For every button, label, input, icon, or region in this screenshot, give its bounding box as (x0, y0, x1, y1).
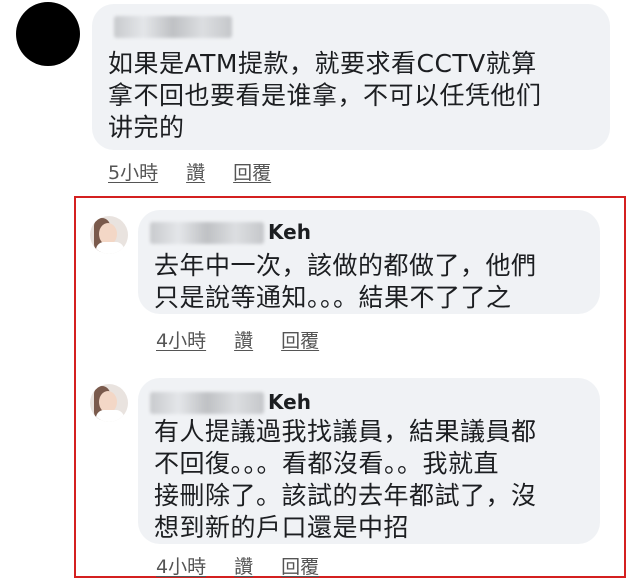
comment-actions: 5小時 讚 回覆 (108, 158, 271, 185)
reply-actions: 4小時 讚 回覆 (156, 326, 319, 353)
like-button[interactable]: 讚 (234, 326, 253, 353)
like-button[interactable]: 讚 (186, 158, 205, 185)
reply-text: 去年中一次，該做的都做了，他們 只是說等通知。。。結果不了了之 (154, 251, 537, 312)
reply-time-link[interactable]: 4小時 (156, 552, 206, 579)
reply-author-suffix[interactable]: Keh (268, 220, 311, 244)
comment-bubble: 如果是ATM提款，就要求看CCTV就算 拿不回也要看是谁拿，不可以任凭他们 讲完… (92, 4, 610, 150)
blurred-author-name[interactable] (150, 392, 264, 414)
reply-button[interactable]: 回覆 (281, 326, 319, 353)
reply-text: 有人提議過我找議員，結果議員都 不回復。。。看都沒看。。我就直 接刪除了。該試的… (154, 417, 537, 542)
reply-actions: 4小時 讚 回覆 (156, 552, 319, 579)
reply-avatar-icon[interactable] (90, 384, 128, 422)
reply-button[interactable]: 回覆 (281, 552, 319, 579)
reply-time-link[interactable]: 4小時 (156, 326, 206, 353)
blurred-author-name[interactable] (114, 16, 232, 38)
comment-time-link[interactable]: 5小時 (108, 158, 158, 185)
reply-button[interactable]: 回覆 (233, 158, 271, 185)
comment-text: 如果是ATM提款，就要求看CCTV就算 拿不回也要看是谁拿，不可以任凭他们 讲完… (108, 49, 542, 142)
like-button[interactable]: 讚 (234, 552, 253, 579)
blurred-author-name[interactable] (150, 222, 264, 244)
reply-author-suffix[interactable]: Keh (268, 390, 311, 414)
reply-bubble: Keh 有人提議過我找議員，結果議員都 不回復。。。看都沒看。。我就直 接刪除了… (138, 378, 600, 544)
commenter-avatar-icon[interactable] (16, 2, 80, 66)
reply-bubble: Keh 去年中一次，該做的都做了，他們 只是說等通知。。。結果不了了之 (138, 210, 600, 314)
reply-avatar-icon[interactable] (90, 216, 128, 254)
